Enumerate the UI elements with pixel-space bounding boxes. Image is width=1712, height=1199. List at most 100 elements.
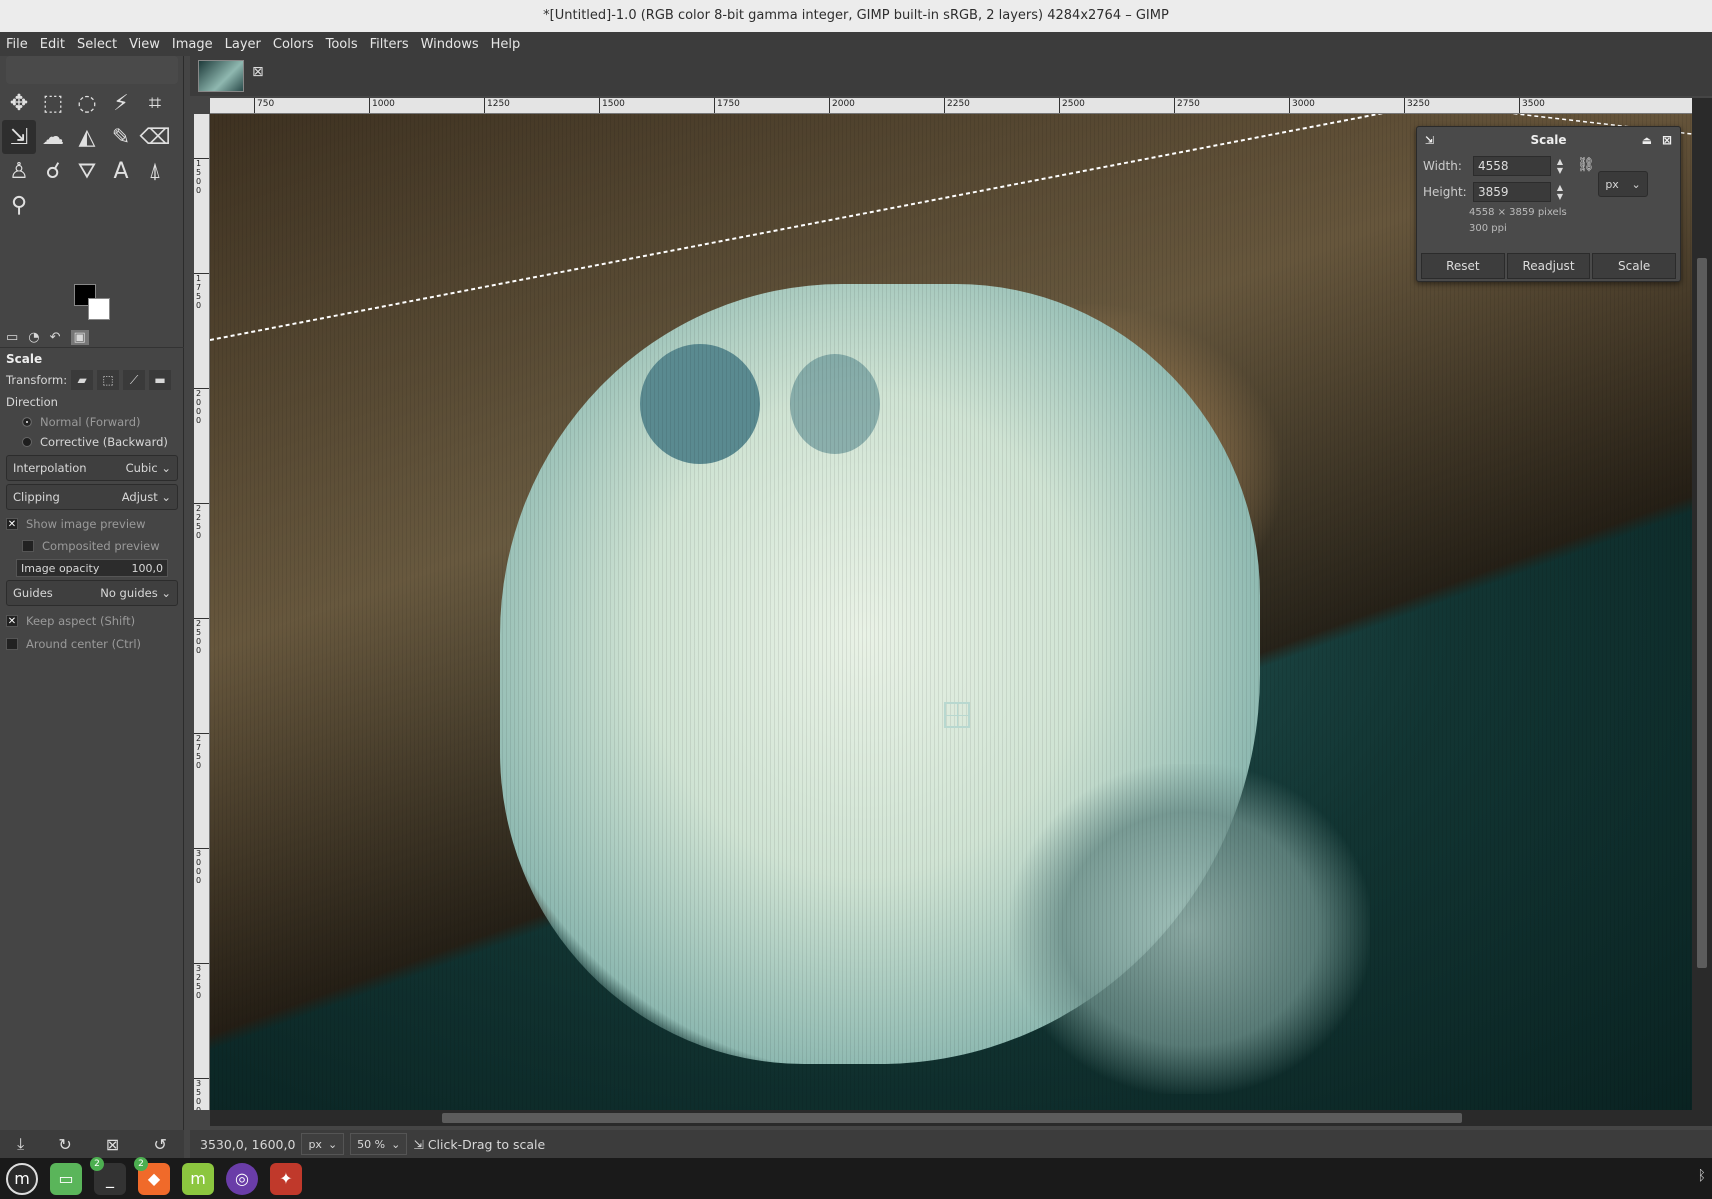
interpolation-label: Interpolation <box>13 461 87 475</box>
direction-corrective-radio[interactable] <box>22 437 32 447</box>
clone-tool-icon[interactable]: ♙ <box>2 154 36 188</box>
transform-layer-icon[interactable]: ▰ <box>71 370 94 390</box>
device-status-tab-icon[interactable]: ◔ <box>28 330 39 345</box>
transform-selection-icon[interactable]: ⬚ <box>97 370 120 390</box>
eraser-tool-icon[interactable]: ⌫ <box>138 120 172 154</box>
transform-path-icon[interactable]: ⟋ <box>123 370 146 390</box>
vertical-scrollbar[interactable] <box>1692 98 1712 1126</box>
pointer-coords: 3530,0, 1600,0 <box>200 1136 296 1152</box>
chevron-down-icon: ⌄ <box>391 1137 401 1151</box>
transform-image-icon[interactable]: ▬ <box>149 370 172 390</box>
image-tab-thumbnail[interactable] <box>198 60 244 92</box>
close-icon[interactable]: ⊠ <box>252 64 264 80</box>
text-tool-icon[interactable]: A <box>104 154 138 188</box>
show-preview-label: Show image preview <box>26 517 146 531</box>
ruler-label: 3500 <box>194 1078 209 1110</box>
menu-layer[interactable]: Layer <box>225 37 261 52</box>
chain-link-icon[interactable]: ⛓ <box>1577 157 1595 173</box>
height-spinner-icon[interactable]: ▲ ▼ <box>1551 183 1569 201</box>
brave-badge: 2 <box>134 1156 148 1171</box>
vertical-ruler[interactable]: 1500 1750 2000 2250 2500 2750 3000 3250 3500 <box>194 114 210 1110</box>
horizontal-ruler[interactable]: 750 1000 1250 1500 1750 2000 2250 2500 2750 3000 3… <box>210 98 1692 114</box>
terminal-icon[interactable]: _ 2 <box>90 1156 126 1195</box>
paths-tool-icon[interactable]: ⛛ <box>70 154 104 188</box>
image-opacity-slider[interactable]: Image opacity 100,0 <box>16 559 168 577</box>
zoom-tool-icon[interactable]: ⚲ <box>2 188 36 222</box>
interpolation-select[interactable]: Interpolation Cubic ⌄ <box>6 455 178 481</box>
menu-select[interactable]: Select <box>77 37 117 52</box>
around-center-checkbox[interactable] <box>6 638 18 650</box>
tool-options-tab-icon[interactable]: ▭ <box>6 330 18 345</box>
smudge-tool-icon[interactable]: ☌ <box>36 154 70 188</box>
reset-options-icon[interactable]: ↺ <box>153 1135 166 1154</box>
tor-browser-icon[interactable]: ◎ <box>226 1162 258 1195</box>
detach-icon[interactable]: ⏏ <box>1642 134 1652 147</box>
images-tab-icon[interactable]: ▣ <box>70 330 89 345</box>
menu-file[interactable]: File <box>6 37 28 52</box>
clipping-select[interactable]: Clipping Adjust ⌄ <box>6 484 178 510</box>
menu-tools[interactable]: Tools <box>326 37 358 52</box>
reset-button[interactable]: Reset <box>1421 253 1505 279</box>
scale-dialog-title: Scale <box>1530 133 1567 147</box>
ruler-label: 2000 <box>829 98 855 113</box>
mintupdate-icon[interactable]: m <box>182 1162 214 1195</box>
files-icon[interactable]: ▭ <box>50 1162 82 1195</box>
height-input[interactable]: 3859 <box>1473 182 1551 202</box>
ruler-label: 2500 <box>1059 98 1085 113</box>
composited-preview-checkbox[interactable] <box>22 540 34 552</box>
around-center-label: Around center (Ctrl) <box>26 637 141 651</box>
status-unit-value: px <box>308 1137 322 1151</box>
menu-colors[interactable]: Colors <box>273 37 314 52</box>
menu-windows[interactable]: Windows <box>421 37 479 52</box>
bucket-fill-tool-icon[interactable]: ◭ <box>70 120 104 154</box>
menu-view[interactable]: View <box>129 37 160 52</box>
brave-browser-icon[interactable]: ◆ 2 <box>134 1156 170 1195</box>
close-icon[interactable]: ⊠ <box>1662 133 1672 147</box>
menu-help[interactable]: Help <box>491 37 521 52</box>
lasso-tool-icon[interactable]: ◌ <box>70 86 104 120</box>
readjust-button[interactable]: Readjust <box>1506 253 1591 279</box>
background-color[interactable] <box>88 298 110 320</box>
scale-tool-icon[interactable]: ⇲ <box>2 120 36 154</box>
direction-normal-radio[interactable] <box>22 417 32 427</box>
menu-filters[interactable]: Filters <box>370 37 409 52</box>
direction-label: Direction <box>6 395 58 409</box>
color-swatches[interactable] <box>72 282 118 324</box>
crop-tool-icon[interactable]: ⌗ <box>138 86 172 120</box>
menu-image[interactable]: Image <box>172 37 213 52</box>
guides-select[interactable]: Guides No guides ⌄ <box>6 580 178 606</box>
guides-label: Guides <box>13 586 53 600</box>
restore-options-icon[interactable]: ↻ <box>58 1135 71 1154</box>
move-tool-icon[interactable]: ✥ <box>2 86 36 120</box>
mint-menu-icon[interactable]: m <box>6 1162 38 1195</box>
width-label: Width: <box>1423 159 1462 173</box>
ruler-label: 1250 <box>484 98 510 113</box>
delete-options-icon[interactable]: ⊠ <box>106 1135 119 1154</box>
width-spinner-icon[interactable]: ▲ ▼ <box>1551 157 1569 175</box>
unit-select[interactable]: px ⌄ <box>1598 171 1648 197</box>
scale-button[interactable]: Scale <box>1592 253 1677 279</box>
zoom-select[interactable]: 50 % ⌄ <box>350 1133 408 1155</box>
chevron-down-icon: ⌄ <box>161 490 171 504</box>
unit-select[interactable]: px ⌄ <box>301 1133 345 1155</box>
bluetooth-icon[interactable]: ᛒ <box>1698 1168 1706 1184</box>
status-bar: 3530,0, 1600,0 px ⌄ 50 % ⌄ ⇲ Click-Drag to… <box>190 1130 1712 1158</box>
paintbrush-tool-icon[interactable]: ✎ <box>104 120 138 154</box>
gimp-icon[interactable]: ✦ <box>270 1162 302 1195</box>
save-options-icon[interactable]: ⤓ <box>17 1134 24 1154</box>
show-preview-checkbox[interactable]: ✕ <box>6 518 18 530</box>
ruler-label: 2750 <box>194 733 209 770</box>
undo-history-tab-icon[interactable]: ↶ <box>50 330 61 345</box>
clipping-value: Adjust <box>121 490 158 504</box>
color-picker-tool-icon[interactable]: ⍋ <box>138 154 172 188</box>
width-input[interactable]: 4558 <box>1473 156 1551 176</box>
image-tabs: ⊠ <box>190 56 1712 96</box>
scale-center-handle[interactable] <box>944 702 970 728</box>
rect-select-tool-icon[interactable]: ⬚ <box>36 86 70 120</box>
horizontal-scrollbar[interactable] <box>210 1110 1692 1126</box>
keep-aspect-checkbox[interactable]: ✕ <box>6 615 18 627</box>
status-message: Click-Drag to scale <box>427 1136 546 1152</box>
fuzzy-select-tool-icon[interactable]: ⚡ <box>104 86 138 120</box>
menu-edit[interactable]: Edit <box>40 37 65 52</box>
warp-tool-icon[interactable]: ☁ <box>36 120 70 154</box>
